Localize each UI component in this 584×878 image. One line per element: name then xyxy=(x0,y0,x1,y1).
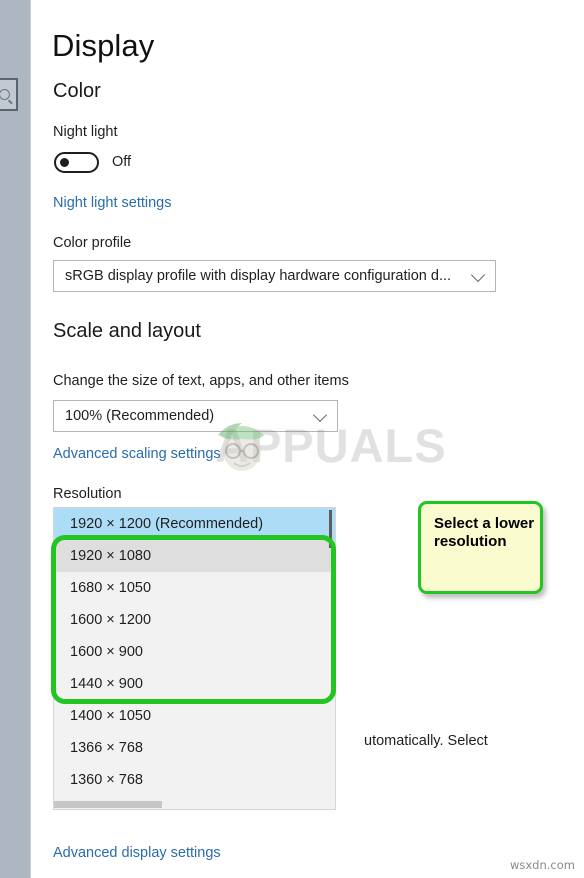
resolution-option[interactable]: 1400 × 1050 xyxy=(54,700,335,732)
chevron-down-icon xyxy=(312,407,328,423)
advanced-scaling-settings-link[interactable]: Advanced scaling settings xyxy=(53,446,221,462)
resolution-option[interactable]: 1600 × 900 xyxy=(54,636,335,668)
display-settings-content: Display Color Night light Off Night ligh… xyxy=(32,0,584,878)
resolution-option[interactable]: 1920 × 1080 xyxy=(54,540,335,572)
resolution-option[interactable]: 1440 × 900 xyxy=(54,668,335,700)
color-profile-label: Color profile xyxy=(53,235,132,251)
dropdown-vertical-scrollbar[interactable] xyxy=(326,508,335,809)
section-heading-scale-and-layout: Scale and layout xyxy=(53,320,201,342)
night-light-settings-link[interactable]: Night light settings xyxy=(53,195,171,211)
section-heading-color: Color xyxy=(53,80,101,102)
scrollbar-thumb-vertical[interactable] xyxy=(329,510,332,548)
night-light-label: Night light xyxy=(53,124,118,140)
color-profile-dropdown[interactable]: sRGB display profile with display hardwa… xyxy=(53,260,496,292)
resolution-option[interactable]: 1680 × 1050 xyxy=(54,572,335,604)
resolution-option[interactable]: 1920 × 1200 (Recommended) xyxy=(54,508,335,540)
resolution-option[interactable]: 1600 × 1200 xyxy=(54,604,335,636)
source-watermark: wsxdn.com xyxy=(509,858,575,872)
scale-percentage-value: 100% (Recommended) xyxy=(65,408,215,424)
resolution-label: Resolution xyxy=(53,486,122,502)
annotation-callout-note: Select a lower resolution xyxy=(418,501,543,594)
dropdown-horizontal-scrollbar[interactable] xyxy=(54,800,335,809)
search-icon xyxy=(0,89,10,100)
resolution-option[interactable]: 1366 × 768 xyxy=(54,732,335,764)
scrollbar-thumb-horizontal[interactable] xyxy=(54,801,162,808)
toggle-knob xyxy=(60,158,69,167)
page-title: Display xyxy=(52,28,155,63)
settings-left-rail xyxy=(0,0,31,878)
search-box-partial[interactable] xyxy=(0,78,18,111)
scale-percentage-dropdown[interactable]: 100% (Recommended) xyxy=(53,400,338,432)
night-light-state: Off xyxy=(112,154,132,170)
color-profile-value: sRGB display profile with display hardwa… xyxy=(65,268,452,284)
annotation-callout-text: Select a lower resolution xyxy=(434,515,535,551)
obscured-body-text: utomatically. Select xyxy=(364,733,488,749)
change-size-label: Change the size of text, apps, and other… xyxy=(53,373,349,389)
resolution-option[interactable]: 1360 × 768 xyxy=(54,764,335,796)
night-light-toggle[interactable] xyxy=(54,152,99,173)
resolution-option-container: 1920 × 1200 (Recommended) 1920 × 1080 1680… xyxy=(54,508,335,796)
resolution-dropdown-list[interactable]: 1920 × 1200 (Recommended) 1920 × 1080 1680… xyxy=(53,507,336,810)
chevron-down-icon xyxy=(470,267,486,283)
advanced-display-settings-link[interactable]: Advanced display settings xyxy=(53,845,221,861)
